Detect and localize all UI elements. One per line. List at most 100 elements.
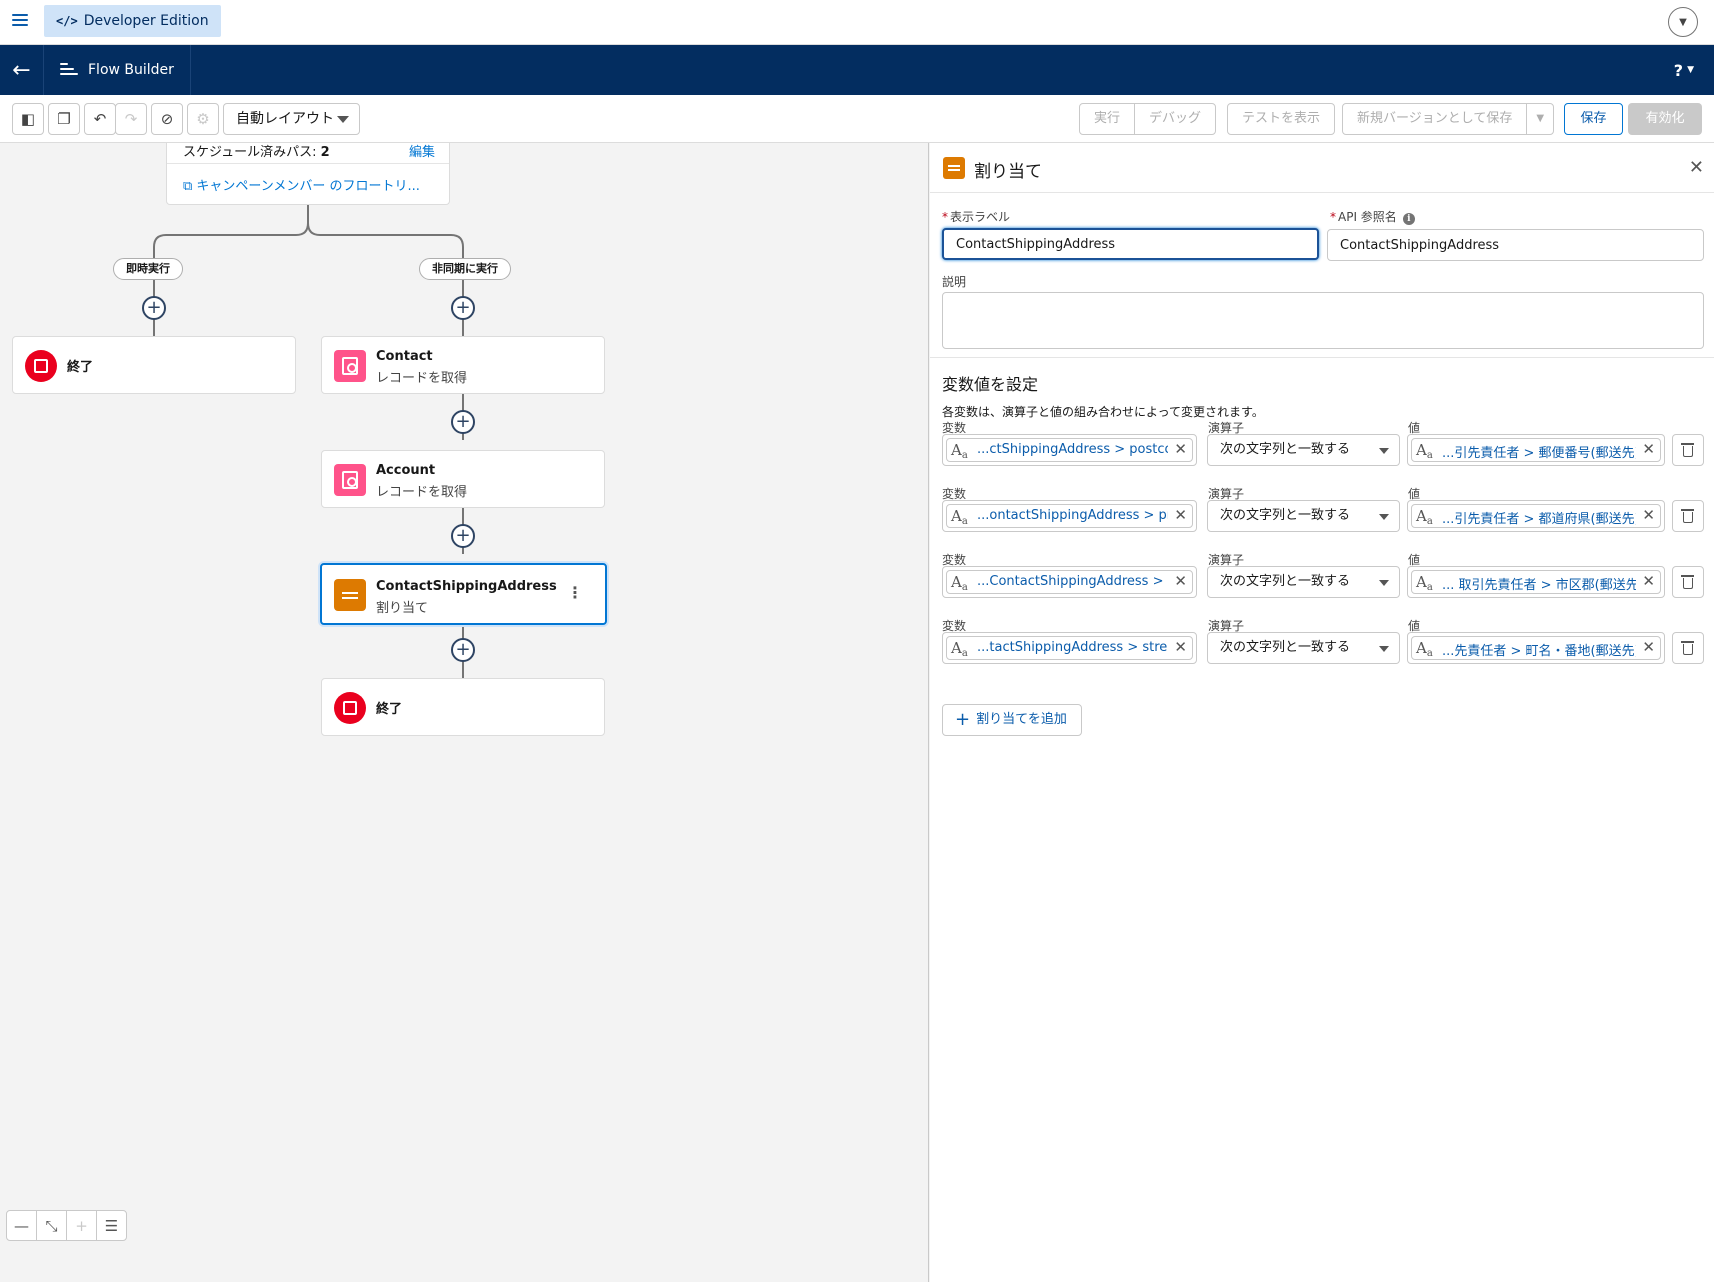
remove-pill-icon[interactable]: ✕ [1642, 440, 1655, 458]
stop-icon [25, 350, 57, 382]
dropdown-arrow-icon [337, 116, 349, 123]
variable-combobox[interactable]: Aa ...ontactShippingAddress > pref ✕ [942, 500, 1197, 532]
add-assignment-button[interactable]: + 割り当てを追加 [942, 704, 1082, 736]
remove-pill-icon[interactable]: ✕ [1642, 638, 1655, 656]
dropdown-arrow-icon [1379, 514, 1389, 520]
view-tests-button[interactable]: テストを表示 [1227, 103, 1336, 135]
variable-pill-text: ...ctShippingAddress > postcode [977, 442, 1168, 457]
node-title: 終了 [376, 702, 403, 717]
operator-select[interactable]: 次の文字列と一致する [1207, 500, 1400, 532]
edit-paths-link[interactable]: 編集 [409, 143, 435, 160]
variable-pill[interactable]: Aa ...ontactShippingAddress > pref ✕ [946, 504, 1193, 528]
delete-row-button[interactable] [1672, 434, 1704, 466]
scheduled-paths-text: スケジュール済みパス: 2 [183, 145, 330, 160]
variable-combobox[interactable]: Aa ...ctShippingAddress > postcode ✕ [942, 434, 1197, 466]
kebab-menu-icon[interactable]: ⋮ [567, 583, 583, 602]
chevron-down-icon[interactable]: ▼ [1668, 7, 1698, 37]
zoom-in-icon[interactable]: + [66, 1210, 97, 1241]
back-arrow-icon[interactable]: ← [0, 45, 44, 95]
variable-pill[interactable]: Aa ...ContactShippingAddress > city ✕ [946, 570, 1193, 594]
delete-row-button[interactable] [1672, 632, 1704, 664]
app-title: Flow Builder [44, 45, 191, 95]
save-as-new-version-button[interactable]: 新規バージョンとして保存 [1342, 103, 1528, 135]
variable-pill[interactable]: Aa ...tactShippingAddress > street1 ✕ [946, 636, 1193, 660]
node-title: Account [376, 463, 436, 478]
value-combobox[interactable]: Aa ... 取引先責任者 > 市区郡(郵送先) ✕ [1407, 566, 1665, 598]
zoom-out-icon[interactable]: — [6, 1210, 37, 1241]
copy-icon[interactable]: ❐ [48, 103, 80, 135]
remove-pill-icon[interactable]: ✕ [1174, 506, 1187, 524]
assignment-icon [943, 157, 965, 179]
run-button[interactable]: 実行 [1079, 103, 1136, 135]
value-combobox[interactable]: Aa ...先責任者 > 町名・番地(郵送先) ✕ [1407, 632, 1665, 664]
variable-combobox[interactable]: Aa ...ContactShippingAddress > city ✕ [942, 566, 1197, 598]
settings-gear-icon[interactable]: ⚙ [187, 103, 219, 135]
branch-label-async[interactable]: 非同期に実行 [419, 258, 511, 280]
value-combobox[interactable]: Aa ...引先責任者 > 都道府県(郵送先) ✕ [1407, 500, 1665, 532]
get-records-node-account[interactable]: Account レコードを取得 [321, 450, 605, 508]
toggle-toolbox-icon[interactable]: ◧ [12, 103, 44, 135]
remove-pill-icon[interactable]: ✕ [1642, 572, 1655, 590]
add-element-plus-icon[interactable]: + [142, 296, 166, 320]
save-button[interactable]: 保存 [1564, 103, 1623, 135]
value-pill-text: ...引先責任者 > 郵便番号(郵送先) [1442, 446, 1636, 461]
reset-view-icon[interactable]: ☰ [96, 1210, 127, 1241]
value-pill[interactable]: Aa ...先責任者 > 町名・番地(郵送先) ✕ [1411, 636, 1661, 660]
remove-pill-icon[interactable]: ✕ [1174, 572, 1187, 590]
developer-edition-badge[interactable]: </> Developer Edition [44, 5, 221, 37]
operator-select[interactable]: 次の文字列と一致する [1207, 434, 1400, 466]
branch-label-immediate[interactable]: 即時実行 [113, 258, 183, 280]
node-subtitle: 割り当て [376, 601, 429, 616]
node-title: ContactShippingAddress [376, 579, 557, 594]
end-node-async[interactable]: 終了 [321, 678, 605, 736]
caret-down-icon: ▼ [1687, 65, 1694, 75]
trash-icon [1681, 443, 1694, 457]
app-title-text: Flow Builder [88, 62, 174, 78]
redo-icon[interactable]: ↷ [115, 103, 147, 135]
layout-mode-select[interactable]: 自動レイアウト [223, 103, 360, 135]
remove-pill-icon[interactable]: ✕ [1642, 506, 1655, 524]
value-pill[interactable]: Aa ...引先責任者 > 郵便番号(郵送先) ✕ [1411, 438, 1661, 462]
value-pill[interactable]: Aa ...引先責任者 > 都道府県(郵送先) ✕ [1411, 504, 1661, 528]
close-icon[interactable]: ✕ [1689, 157, 1704, 178]
save-menu-chevron-icon[interactable]: ▼ [1526, 103, 1555, 135]
delete-row-button[interactable] [1672, 566, 1704, 598]
value-combobox[interactable]: Aa ...引先責任者 > 郵便番号(郵送先) ✕ [1407, 434, 1665, 466]
value-pill-text: ...先責任者 > 町名・番地(郵送先) [1442, 644, 1636, 659]
property-editor-panel: 割り当て ✕ *表示ラベル *API 参照名i 説明 変数値を設定 各変数は、演… [930, 143, 1714, 1282]
text-type-icon: Aa [1416, 573, 1433, 593]
info-icon[interactable]: i [1402, 213, 1415, 225]
flow-builder-header: ← Flow Builder ? ▼ [0, 45, 1714, 95]
value-pill[interactable]: Aa ... 取引先責任者 > 市区郡(郵送先) ✕ [1411, 570, 1661, 594]
flow-canvas[interactable]: スケジュール済みパス: 2 編集 ⧉ キャンペーンメンバー のフロートリ... … [0, 143, 929, 1282]
operator-value: 次の文字列と一致する [1220, 442, 1351, 457]
api-name-input[interactable] [1327, 229, 1704, 261]
text-type-icon: Aa [1416, 441, 1433, 461]
app-launcher-icon[interactable] [12, 12, 28, 28]
delete-row-button[interactable] [1672, 500, 1704, 532]
fit-to-view-icon[interactable]: ⤡ [36, 1210, 67, 1241]
add-element-plus-icon[interactable]: + [451, 410, 475, 434]
trigger-link[interactable]: ⧉ キャンペーンメンバー のフロートリ... [183, 175, 420, 194]
external-link-icon: ⧉ [183, 179, 197, 194]
undo-icon[interactable]: ↶ [84, 103, 116, 135]
help-button[interactable]: ? ▼ [1674, 45, 1694, 95]
dropdown-arrow-icon [1379, 646, 1389, 652]
check-errors-icon[interactable]: ⊘ [151, 103, 183, 135]
debug-button[interactable]: デバッグ [1134, 103, 1217, 135]
assignment-node[interactable]: ContactShippingAddress 割り当て ⋮ [320, 563, 607, 625]
add-element-plus-icon[interactable]: + [451, 296, 475, 320]
end-node-immediate[interactable]: 終了 [12, 336, 296, 394]
remove-pill-icon[interactable]: ✕ [1174, 638, 1187, 656]
variable-pill[interactable]: Aa ...ctShippingAddress > postcode ✕ [946, 438, 1193, 462]
add-element-plus-icon[interactable]: + [451, 638, 475, 662]
activate-button[interactable]: 有効化 [1628, 103, 1702, 135]
description-textarea[interactable] [942, 292, 1704, 349]
add-element-plus-icon[interactable]: + [451, 524, 475, 548]
get-records-node-contact[interactable]: Contact レコードを取得 [321, 336, 605, 394]
operator-select[interactable]: 次の文字列と一致する [1207, 632, 1400, 664]
remove-pill-icon[interactable]: ✕ [1174, 440, 1187, 458]
operator-select[interactable]: 次の文字列と一致する [1207, 566, 1400, 598]
variable-combobox[interactable]: Aa ...tactShippingAddress > street1 ✕ [942, 632, 1197, 664]
label-input[interactable] [942, 228, 1319, 260]
